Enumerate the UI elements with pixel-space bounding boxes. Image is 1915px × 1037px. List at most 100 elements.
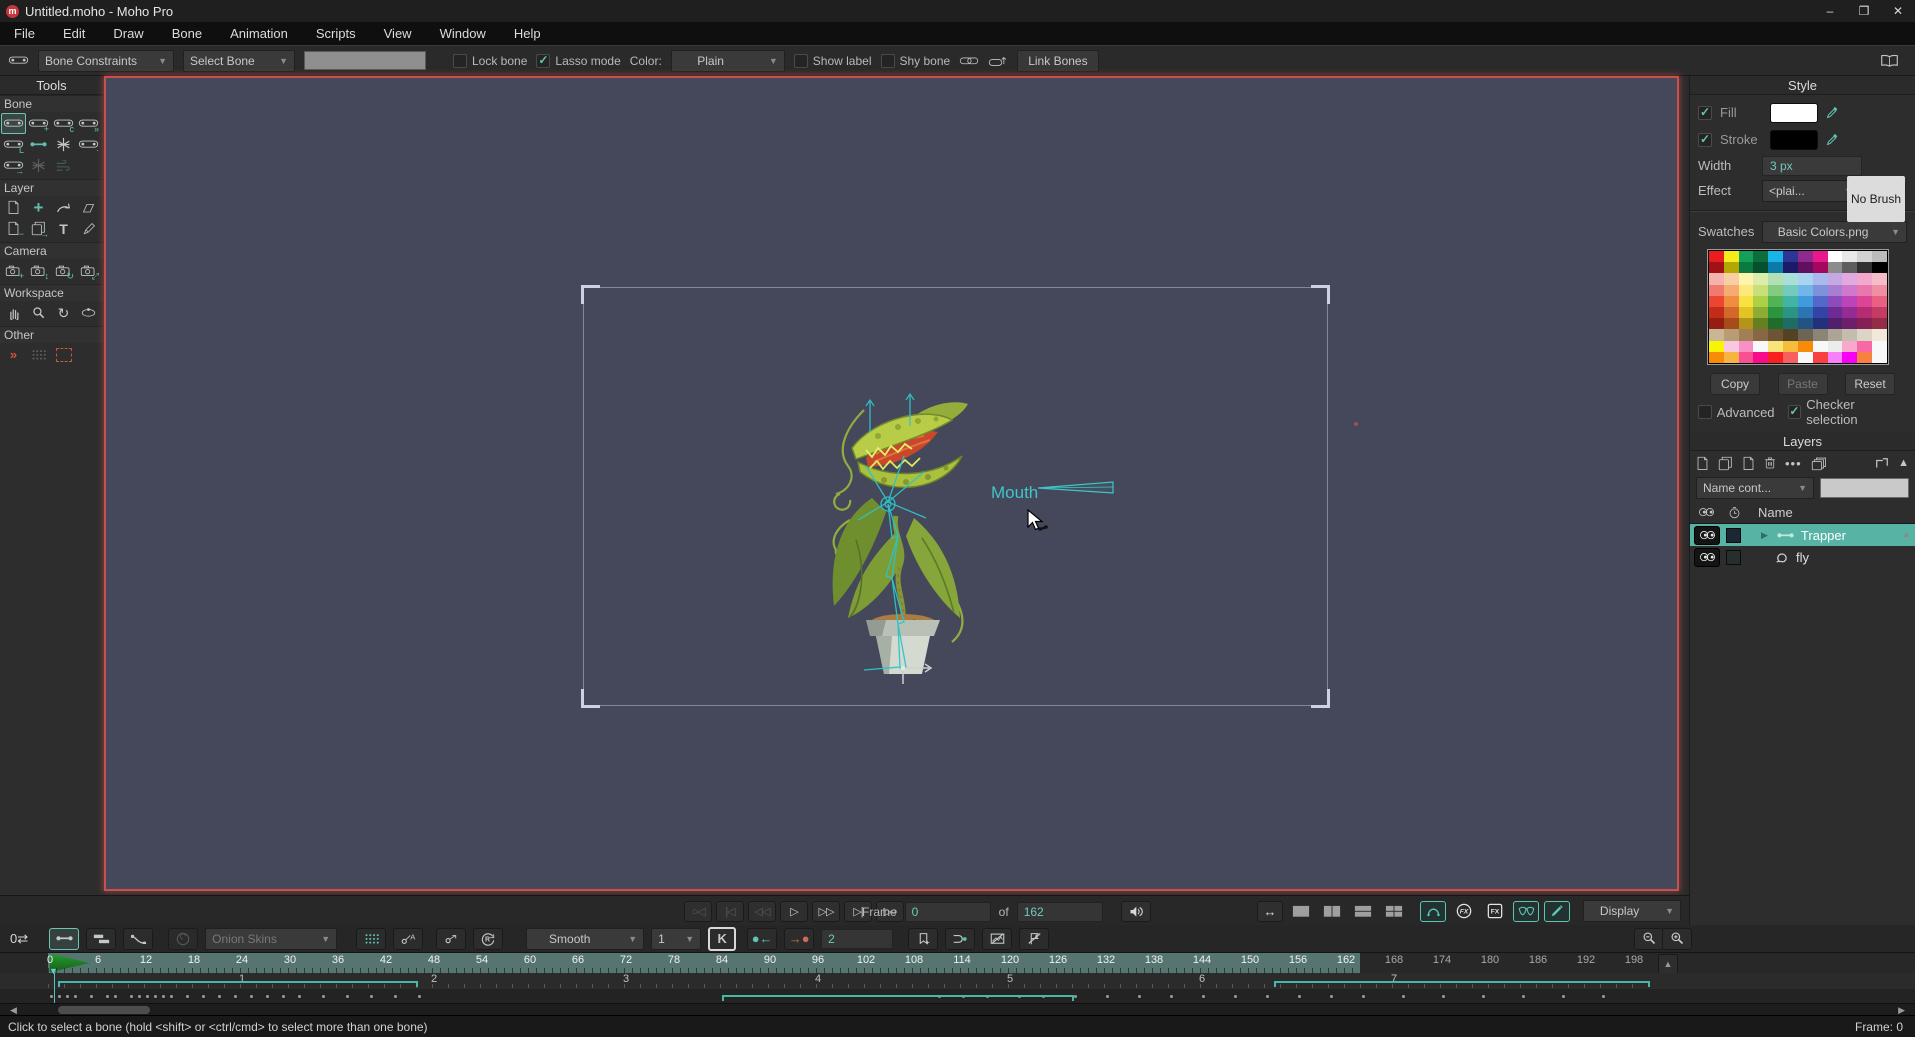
fill-eyedropper-icon[interactable] — [1826, 106, 1839, 119]
palette-swatch[interactable] — [1798, 296, 1813, 307]
palette-swatch[interactable] — [1724, 307, 1739, 318]
menu-item-edit[interactable]: Edit — [49, 22, 99, 45]
minimize-button[interactable]: – — [1813, 0, 1847, 22]
bone-strength-tool[interactable]: L — [1, 134, 26, 155]
palette-swatch[interactable] — [1739, 251, 1754, 262]
noise-tool[interactable] — [51, 344, 76, 365]
reparent-bone-tool[interactable]: c — [51, 113, 76, 134]
palette-swatch[interactable] — [1798, 318, 1813, 329]
palette-swatch[interactable] — [1798, 285, 1813, 296]
palette-swatch[interactable] — [1872, 341, 1887, 352]
add-marker-icon[interactable] — [908, 928, 938, 950]
delete-layer-icon[interactable] — [1764, 456, 1776, 470]
hide-media-icon[interactable] — [982, 928, 1012, 950]
layer-stack-icon[interactable] — [1811, 456, 1826, 471]
palette-swatch[interactable] — [1724, 285, 1739, 296]
flexi-bind-tool[interactable] — [51, 134, 76, 155]
palette-swatch[interactable] — [1798, 273, 1813, 284]
palette-swatch[interactable] — [1813, 296, 1828, 307]
stroke-color-swatch[interactable] — [1770, 130, 1818, 150]
collapse-panel-icon[interactable]: ▲ — [1898, 457, 1909, 469]
palette-swatch[interactable] — [1724, 262, 1739, 273]
keyframe-dot[interactable] — [1202, 995, 1205, 998]
paint-toggle-icon[interactable] — [1544, 901, 1570, 922]
palette-swatch[interactable] — [1783, 262, 1798, 273]
show-label-checkbox[interactable]: Show label — [794, 54, 872, 68]
layer-visibility-toggle[interactable] — [1694, 526, 1720, 545]
keyframe-segment[interactable] — [722, 995, 1074, 1001]
motion-graph-button[interactable] — [123, 928, 153, 950]
select-bone-tool[interactable] — [1, 113, 26, 134]
palette-swatch[interactable] — [1828, 341, 1843, 352]
bone-link-icon[interactable] — [959, 55, 979, 67]
palette-swatch[interactable] — [1709, 329, 1724, 340]
palette-swatch[interactable] — [1798, 341, 1813, 352]
palette-swatch[interactable] — [1828, 262, 1843, 273]
keyframe-dot[interactable] — [266, 995, 269, 998]
palette-swatch[interactable] — [1768, 273, 1783, 284]
palette-swatch[interactable] — [1842, 307, 1857, 318]
graph-mode-icon[interactable] — [945, 928, 975, 950]
palette-swatch[interactable] — [1857, 329, 1872, 340]
layer-row-fly[interactable]: fly — [1690, 546, 1915, 568]
selection-corner-handle[interactable] — [581, 689, 600, 708]
palette-swatch[interactable] — [1753, 341, 1768, 352]
new-layer-icon[interactable] — [1696, 456, 1709, 471]
onion-skins-dropdown[interactable]: Onion Skins▼ — [205, 928, 337, 950]
palette-swatch[interactable] — [1768, 285, 1783, 296]
effect-dropdown[interactable]: <plai...▼ — [1762, 180, 1860, 202]
layer-animation-checkbox[interactable] — [1726, 550, 1741, 565]
reference-layer-icon[interactable] — [1742, 456, 1755, 471]
prev-key-dot-icon[interactable]: ●← — [747, 928, 777, 950]
palette-swatch[interactable] — [1798, 251, 1813, 262]
maximize-button[interactable]: ❒ — [1847, 0, 1881, 22]
transform-bone-tool[interactable]: → — [1, 155, 26, 176]
track-camera-tool[interactable]: + — [1, 260, 26, 281]
keyframe-dot[interactable] — [1234, 995, 1237, 998]
palette-swatch[interactable] — [1739, 307, 1754, 318]
total-frames-input[interactable]: 162 — [1017, 902, 1103, 922]
bone-unlink-icon[interactable] — [988, 55, 1008, 67]
advanced-checkbox[interactable] — [1698, 405, 1712, 419]
width-input[interactable]: 3 px — [1762, 156, 1862, 176]
palette-swatch[interactable] — [1768, 352, 1783, 363]
layer-options-icon[interactable]: ••• — [1785, 456, 1802, 471]
add-point-tool[interactable]: + — [26, 197, 51, 218]
playhead-line[interactable] — [54, 973, 55, 1003]
fast-forward-button[interactable]: ▷▷ — [812, 901, 840, 922]
palette-swatch[interactable] — [1724, 296, 1739, 307]
palette-swatch[interactable] — [1783, 296, 1798, 307]
palette-swatch[interactable] — [1842, 285, 1857, 296]
bone-dynamics-tool[interactable] — [51, 155, 76, 176]
palette-swatch[interactable] — [1724, 341, 1739, 352]
layer-search-input[interactable] — [1820, 478, 1909, 498]
keyframe-dot[interactable] — [106, 995, 109, 998]
keyframe-dot[interactable] — [282, 995, 285, 998]
palette-swatch[interactable] — [1857, 318, 1872, 329]
jump-start-button[interactable]: ○◁ — [684, 901, 712, 922]
menu-item-file[interactable]: File — [0, 22, 49, 45]
keyframe-grid-icon[interactable] — [356, 928, 386, 950]
palette-swatch[interactable] — [1813, 285, 1828, 296]
palette-swatch[interactable] — [1709, 262, 1724, 273]
display-quality-dropdown[interactable]: Display▼ — [1583, 900, 1681, 922]
palette-swatch[interactable] — [1813, 273, 1828, 284]
single-view-icon[interactable] — [1288, 901, 1314, 922]
freehand-tool[interactable]: − — [1, 218, 26, 239]
keyframe-dot[interactable] — [202, 995, 205, 998]
frame-input[interactable]: 0 — [905, 902, 991, 922]
palette-swatch[interactable] — [1813, 307, 1828, 318]
palette-swatch[interactable] — [1842, 329, 1857, 340]
project-stage[interactable]: Mouth — [104, 76, 1679, 891]
prev-keyframe-button[interactable]: |◁ — [716, 901, 744, 922]
timeline-ruler[interactable]: 0612182430364248546066727884909610210811… — [0, 953, 1915, 973]
keyframe-dot[interactable] — [1522, 995, 1525, 998]
palette-swatch[interactable] — [1768, 296, 1783, 307]
layer-expand-arrow[interactable]: ▶ — [1761, 530, 1768, 541]
close-button[interactable]: ✕ — [1881, 0, 1915, 22]
menu-item-scripts[interactable]: Scripts — [302, 22, 370, 45]
palette-swatch[interactable] — [1828, 285, 1843, 296]
keyframe-dot[interactable] — [1562, 995, 1565, 998]
palette-swatch[interactable] — [1872, 296, 1887, 307]
keyframe-dot[interactable] — [394, 995, 397, 998]
